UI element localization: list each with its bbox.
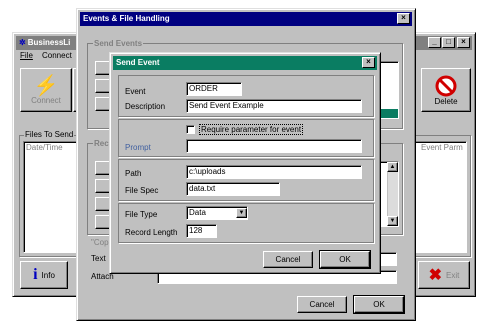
event-field[interactable]: ORDER bbox=[186, 82, 242, 96]
col-event-parm-header[interactable]: Event Parm bbox=[421, 143, 463, 152]
require-param-label[interactable]: Require parameter for event bbox=[198, 124, 304, 135]
send-event-titlebar[interactable]: Send Event bbox=[113, 56, 377, 70]
prompt-field[interactable] bbox=[186, 139, 362, 153]
red-x-icon: ✖ bbox=[428, 267, 443, 284]
send-event-close-button[interactable]: × bbox=[362, 57, 375, 68]
events-cancel-button[interactable]: Cancel bbox=[297, 296, 347, 313]
filetype-value: Data bbox=[189, 208, 206, 217]
require-param-checkbox[interactable] bbox=[186, 125, 195, 134]
events-ok-button[interactable]: OK bbox=[353, 295, 405, 314]
connect-label: Connect bbox=[31, 95, 61, 105]
prompt-label: Prompt bbox=[125, 143, 151, 152]
menu-file[interactable]: File bbox=[20, 51, 33, 60]
events-close-button[interactable]: × bbox=[397, 13, 410, 24]
filetype-label: File Type bbox=[125, 210, 158, 219]
recordlength-label: Record Length bbox=[125, 228, 178, 237]
delete-label: Delete bbox=[434, 96, 458, 106]
chevron-down-icon[interactable]: ▼ bbox=[236, 208, 247, 218]
filespec-field[interactable]: data.txt bbox=[186, 182, 280, 196]
event-label: Event bbox=[125, 87, 146, 96]
no-entry-icon bbox=[435, 75, 457, 96]
events-titlebar[interactable]: Events & File Handling bbox=[80, 12, 412, 26]
col-datetime-header[interactable]: Date/Time bbox=[26, 143, 63, 152]
scroll-up-arrow-icon[interactable]: ▲ bbox=[387, 162, 398, 172]
delete-button[interactable]: Delete bbox=[421, 68, 471, 112]
send-events-label: Send Events bbox=[93, 39, 144, 48]
exit-button[interactable]: ✖ Exit bbox=[418, 261, 470, 289]
business-maximize-button[interactable]: □ bbox=[442, 37, 455, 48]
lightning-icon: ⚡ bbox=[33, 74, 59, 97]
menu-connect[interactable]: Connect bbox=[42, 51, 72, 60]
business-close-button[interactable]: × bbox=[457, 37, 470, 48]
rec-label: Rec bbox=[93, 139, 110, 148]
filespec-label: File Spec bbox=[125, 186, 159, 195]
dialog-ok-button[interactable]: OK bbox=[319, 250, 371, 269]
app-logo-icon: ✲ bbox=[19, 38, 26, 47]
send-event-dialog: Send Event × Event ORDER Description Sen… bbox=[109, 52, 381, 274]
connect-button[interactable]: ⚡ Connect bbox=[20, 68, 72, 112]
files-group-label: Files To Send bbox=[24, 130, 75, 139]
info-label: Info bbox=[41, 270, 55, 280]
cop-label: "Cop bbox=[91, 238, 109, 247]
info-icon: i bbox=[33, 266, 38, 283]
scroll-down-arrow-icon[interactable]: ▼ bbox=[387, 216, 398, 226]
text-label: Text bbox=[91, 254, 106, 263]
description-field[interactable]: Send Event Example bbox=[186, 99, 362, 113]
business-title: BusinessLi bbox=[27, 38, 71, 47]
path-field[interactable]: c:\uploads bbox=[186, 165, 362, 179]
description-label: Description bbox=[125, 102, 166, 111]
info-button[interactable]: i Info bbox=[20, 261, 68, 289]
recordlength-field[interactable]: 128 bbox=[186, 224, 217, 238]
exit-label: Exit bbox=[446, 270, 460, 280]
business-minimize-button[interactable]: _ bbox=[428, 37, 441, 48]
dialog-cancel-button[interactable]: Cancel bbox=[263, 251, 313, 268]
path-label: Path bbox=[125, 169, 142, 178]
